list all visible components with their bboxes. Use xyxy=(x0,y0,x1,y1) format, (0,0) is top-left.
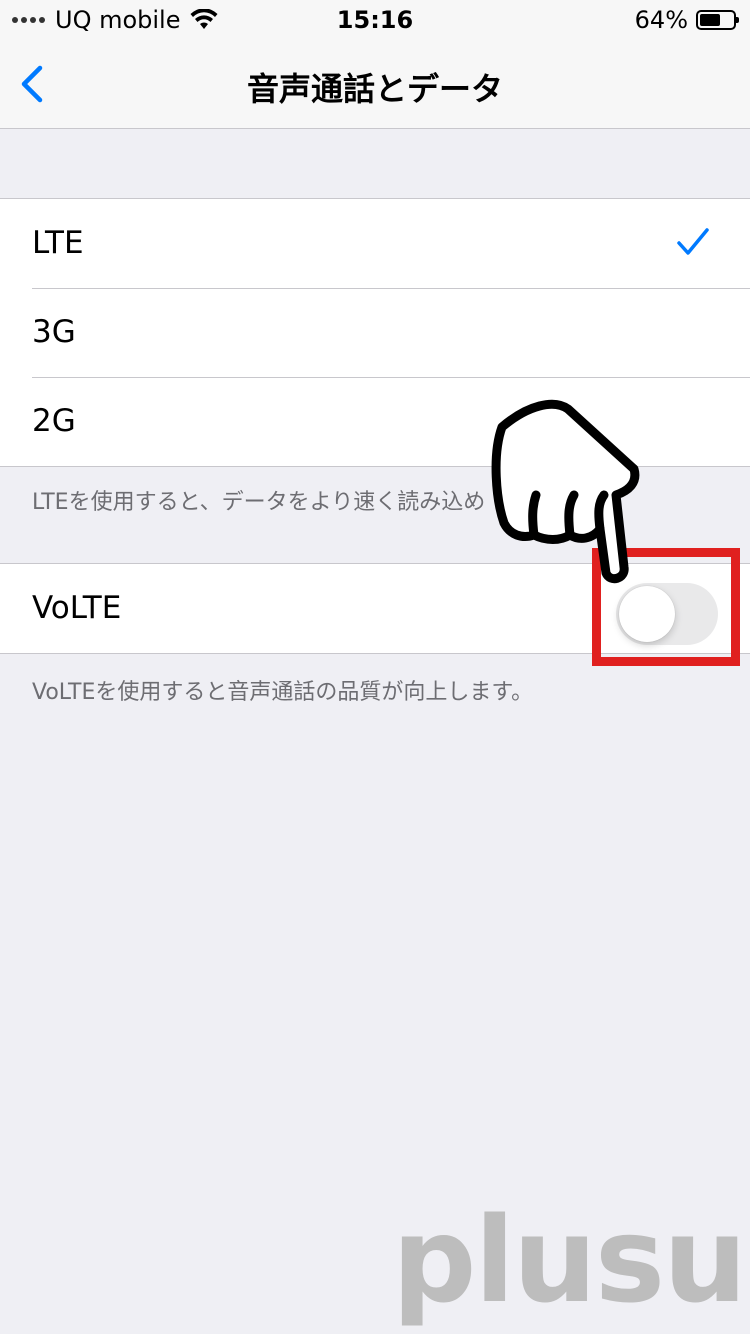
volte-footer-note: VoLTEを使用すると音声通話の品質が向上します。 xyxy=(32,680,534,705)
network-footer-note: LTEを使用すると、データをより速く読み込め xyxy=(32,490,486,515)
option-3g[interactable]: 3G xyxy=(0,288,750,377)
battery-percent: 64% xyxy=(634,6,688,34)
navigation-bar: 音声通話とデータ xyxy=(0,40,750,129)
watermark-logo: plusul xyxy=(392,1191,750,1329)
option-label: 2G xyxy=(32,403,76,439)
pointing-hand-icon xyxy=(491,399,640,584)
option-lte[interactable]: LTE xyxy=(0,199,750,288)
option-label: 3G xyxy=(32,314,76,350)
battery-level xyxy=(700,14,720,26)
page-title: 音声通話とデータ xyxy=(246,70,503,108)
option-label: LTE xyxy=(32,225,84,261)
checkmark-icon xyxy=(677,228,709,255)
status-bar: UQ mobile 15:16 64% xyxy=(0,0,750,40)
status-right: 64% xyxy=(634,6,739,34)
battery-icon xyxy=(696,10,739,30)
volte-label: VoLTE xyxy=(32,590,122,626)
